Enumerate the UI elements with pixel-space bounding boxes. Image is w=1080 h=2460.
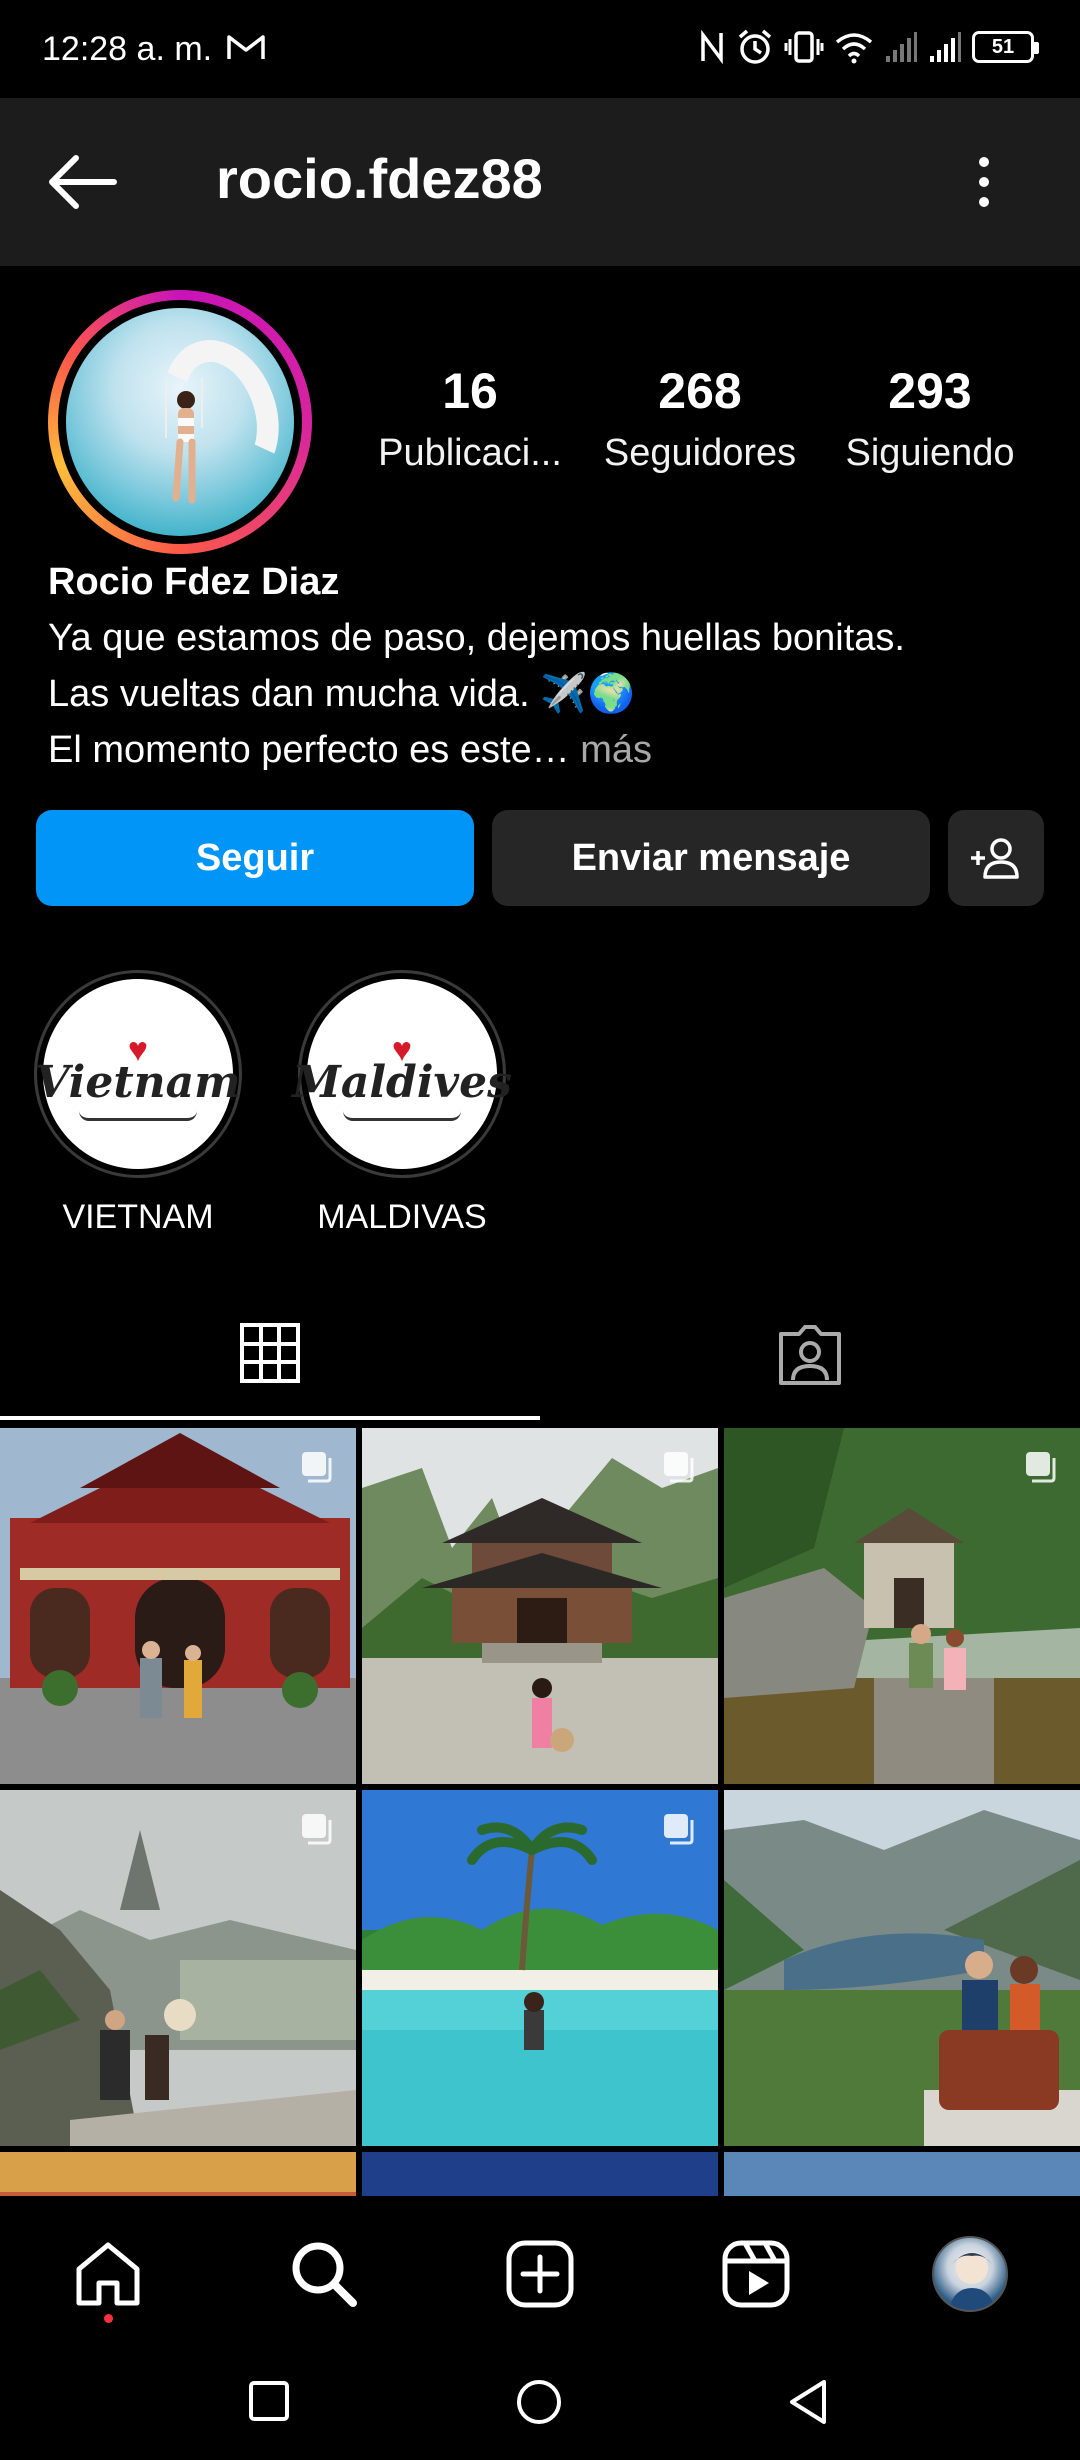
highlight-ring: ♥ Maldives xyxy=(292,970,512,1178)
alarm-icon xyxy=(738,29,772,64)
tab-tagged[interactable] xyxy=(540,1290,1080,1420)
stat-following-count: 293 xyxy=(888,363,972,419)
profile-display-name: Rocio Fdez Diaz xyxy=(48,561,340,603)
post-thumbnail[interactable] xyxy=(362,1790,718,2146)
signal-icon-1 xyxy=(886,32,917,62)
highlight-label: MALDIVAS xyxy=(317,1198,487,1236)
profile-avatar-small xyxy=(932,2236,1008,2312)
back-arrow-icon[interactable] xyxy=(44,150,120,214)
gmail-notification-icon xyxy=(227,35,265,59)
profile-stats: 16 Publicaci... 268 Seguidores 293 Sigui… xyxy=(360,362,1050,475)
heart-icon: ♥ xyxy=(391,1031,413,1069)
post-thumbnail[interactable] xyxy=(0,2152,356,2196)
follow-button-label: Seguir xyxy=(195,836,315,879)
profile-header: rocio.fdez88 xyxy=(0,98,1080,266)
stat-posts-count: 16 xyxy=(442,363,498,419)
send-message-button[interactable]: Enviar mensaje xyxy=(492,810,930,906)
profile-avatar xyxy=(66,308,294,536)
posts-grid xyxy=(0,1428,1080,2196)
battery-level: 51 xyxy=(991,35,1015,58)
multiple-photos-icon xyxy=(664,1814,694,1845)
stat-followers-label: Seguidores xyxy=(603,432,797,474)
reels-icon xyxy=(722,2240,790,2308)
multiple-photos-icon xyxy=(302,1452,332,1483)
system-navigation-bar xyxy=(0,2344,1080,2460)
stat-posts[interactable]: 16 Publicaci... xyxy=(360,362,580,475)
suggested-users-button[interactable] xyxy=(948,810,1044,906)
battery-indicator: 51 xyxy=(972,31,1039,63)
multiple-photos-icon xyxy=(302,1814,332,1845)
stat-posts-label: Publicaci... xyxy=(378,432,562,474)
post-thumbnail[interactable] xyxy=(362,2152,718,2196)
post-thumbnail[interactable] xyxy=(362,1428,718,1784)
profile-bio: Rocio Fdez Diaz Ya que estamos de paso, … xyxy=(48,554,1048,778)
highlight-vietnam[interactable]: ♥ Vietnam VIETNAM xyxy=(34,970,242,1237)
profile-tabs xyxy=(0,1290,1080,1420)
post-thumbnail[interactable] xyxy=(0,1428,356,1784)
status-bar: 12:28 a. m. 51 xyxy=(0,0,1080,98)
highlight-cover-maldivas: ♥ Maldives xyxy=(292,979,512,1169)
highlight-label: VIETNAM xyxy=(62,1198,214,1236)
back-triangle-icon[interactable] xyxy=(786,2378,830,2426)
home-icon xyxy=(76,2242,140,2306)
highlight-maldivas[interactable]: ♥ Maldives MALDIVAS xyxy=(292,970,512,1237)
bio-line-3-wrap: El momento perfecto es este… más xyxy=(48,722,1048,778)
follow-button[interactable]: Seguir xyxy=(36,810,474,906)
post-thumbnail[interactable] xyxy=(724,2152,1080,2196)
stat-followers-count: 268 xyxy=(658,363,742,419)
profile-avatar-story-ring[interactable] xyxy=(48,290,312,554)
status-icons: 51 xyxy=(698,28,1039,66)
more-options-icon[interactable] xyxy=(968,152,1000,212)
stat-following-label: Siguiendo xyxy=(845,432,1015,474)
recents-square-icon[interactable] xyxy=(248,2380,290,2422)
stat-following[interactable]: 293 Siguiendo xyxy=(820,362,1040,475)
send-message-label: Enviar mensaje xyxy=(571,836,851,879)
bio-line-2: Las vueltas dan mucha vida. ✈️🌍 xyxy=(48,673,635,715)
notification-dot xyxy=(104,2314,113,2323)
nav-reels[interactable] xyxy=(718,2236,794,2312)
bottom-navigation xyxy=(0,2196,1080,2344)
create-post-icon xyxy=(506,2240,574,2308)
wifi-icon xyxy=(835,33,873,64)
add-person-icon xyxy=(971,838,1019,879)
post-thumbnail[interactable] xyxy=(0,1790,356,2146)
nav-create[interactable] xyxy=(502,2236,578,2312)
heart-icon: ♥ xyxy=(127,1031,149,1069)
multiple-photos-icon xyxy=(664,1452,694,1483)
nav-search[interactable] xyxy=(286,2236,362,2312)
nav-profile[interactable] xyxy=(932,2236,1008,2312)
bio-line-1: Ya que estamos de paso, dejemos huellas … xyxy=(48,617,905,659)
home-circle-icon[interactable] xyxy=(515,2378,563,2426)
post-thumbnail[interactable] xyxy=(724,1428,1080,1784)
stat-followers[interactable]: 268 Seguidores xyxy=(580,362,820,475)
multiple-photos-icon xyxy=(1026,1452,1056,1483)
grid-icon xyxy=(240,1323,300,1383)
post-thumbnail[interactable] xyxy=(724,1790,1080,2146)
nfc-icon xyxy=(701,29,723,65)
signal-icon-2 xyxy=(930,32,961,62)
bio-more-link[interactable]: más xyxy=(570,729,652,771)
page-title: rocio.fdez88 xyxy=(216,147,543,210)
nav-home[interactable] xyxy=(70,2236,146,2312)
tab-posts-grid[interactable] xyxy=(0,1290,540,1420)
bio-line-3: El momento perfecto es este… xyxy=(48,729,570,771)
search-icon xyxy=(292,2242,357,2307)
status-time: 12:28 a. m. xyxy=(42,30,213,68)
tagged-person-icon xyxy=(779,1325,841,1385)
vibrate-icon xyxy=(784,31,824,63)
highlight-ring: ♥ Vietnam xyxy=(34,970,242,1178)
highlight-cover-vietnam: ♥ Vietnam xyxy=(35,979,241,1169)
